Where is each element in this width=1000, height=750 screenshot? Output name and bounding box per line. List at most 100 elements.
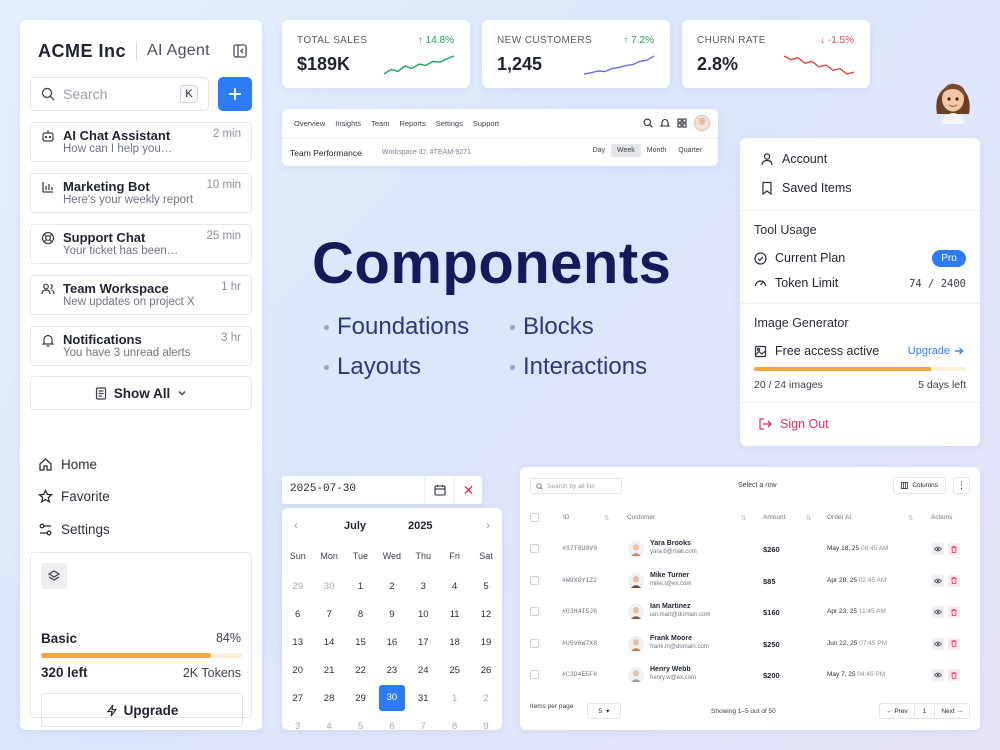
nav-item-favorite[interactable]: Favorite: [38, 486, 110, 506]
delete-button[interactable]: [948, 669, 960, 682]
calendar-day[interactable]: 29: [345, 693, 376, 704]
per-page-select[interactable]: 5 ▾: [587, 703, 621, 719]
period-week[interactable]: Week: [611, 144, 641, 157]
row-checkbox[interactable]: [530, 607, 539, 617]
delete-button[interactable]: [948, 543, 960, 555]
period-day[interactable]: Day: [587, 144, 611, 157]
clear-date-button[interactable]: ✕: [454, 476, 482, 504]
search-icon[interactable]: [643, 118, 653, 128]
chat-item-ai-assistant[interactable]: AI Chat Assistant How can I help you… 2 …: [30, 122, 252, 162]
sort-icon[interactable]: ⇅: [741, 514, 746, 522]
calendar-day[interactable]: 9: [376, 609, 407, 620]
search-box[interactable]: K: [30, 77, 209, 111]
calendar-button[interactable]: [424, 476, 454, 504]
chat-item-notifications[interactable]: Notifications You have 3 unread alerts 3…: [30, 326, 252, 366]
calendar-day[interactable]: 6: [282, 609, 313, 620]
search-input[interactable]: [63, 86, 163, 102]
tab-overview[interactable]: Overview: [294, 119, 325, 128]
calendar-day[interactable]: 31: [408, 693, 439, 704]
tab-reports[interactable]: Reports: [399, 119, 425, 128]
calendar-day[interactable]: 2: [470, 693, 501, 704]
period-month[interactable]: Month: [641, 144, 672, 157]
calendar-day[interactable]: 29: [282, 581, 313, 592]
calendar-day[interactable]: 7: [408, 721, 439, 732]
chevron-right-icon[interactable]: ›: [486, 518, 490, 532]
view-button[interactable]: [932, 637, 944, 650]
row-checkbox[interactable]: [530, 638, 539, 648]
calendar-day[interactable]: 7: [313, 609, 344, 620]
chat-item-support-chat[interactable]: Support Chat Your ticket has been… 25 mi…: [30, 224, 252, 264]
show-all-button[interactable]: Show All: [30, 376, 252, 410]
user-avatar[interactable]: [925, 70, 981, 126]
calendar-day[interactable]: 12: [470, 609, 501, 620]
chevron-left-icon[interactable]: ‹: [294, 518, 298, 532]
calendar-day[interactable]: 17: [408, 637, 439, 648]
chat-item-team-workspace[interactable]: Team Workspace New updates on project X …: [30, 275, 252, 315]
calendar-day[interactable]: 10: [408, 609, 439, 620]
calendar-day[interactable]: 14: [313, 637, 344, 648]
tab-insights[interactable]: Insights: [335, 119, 361, 128]
table-search-input[interactable]: [547, 482, 617, 490]
next-page-button[interactable]: Next →: [934, 703, 970, 719]
calendar-day[interactable]: 2: [376, 581, 407, 592]
page-number[interactable]: 1: [914, 703, 935, 719]
view-button[interactable]: [932, 669, 944, 682]
columns-button[interactable]: Columns: [893, 477, 946, 494]
tab-support[interactable]: Support: [473, 119, 499, 128]
calendar-day[interactable]: 23: [376, 665, 407, 676]
view-button[interactable]: [932, 543, 944, 555]
period-quarter[interactable]: Quarter: [672, 144, 708, 157]
calendar-day[interactable]: 27: [282, 693, 313, 704]
calendar-day[interactable]: 11: [439, 609, 470, 620]
bell-icon[interactable]: [660, 118, 670, 128]
calendar-day[interactable]: 26: [470, 665, 501, 676]
calendar-day[interactable]: 28: [313, 693, 344, 704]
delete-button[interactable]: [948, 637, 960, 650]
grid-icon[interactable]: [677, 118, 687, 128]
tab-settings[interactable]: Settings: [436, 119, 463, 128]
row-checkbox[interactable]: [530, 670, 539, 680]
delete-button[interactable]: [948, 574, 960, 587]
sidebar-collapse-icon[interactable]: [232, 43, 248, 59]
table-row[interactable]: #W9X0Y1Z2 Mike Turner mike.t@ex.com $85 Apr …: [520, 565, 980, 597]
column-header-amount[interactable]: Amount: [763, 514, 785, 521]
calendar-day[interactable]: 5: [345, 721, 376, 732]
upgrade-button[interactable]: Upgrade: [41, 693, 243, 727]
calendar-day[interactable]: 3: [282, 721, 313, 732]
column-header-order-at[interactable]: Order At: [827, 514, 851, 521]
calendar-day[interactable]: 19: [470, 637, 501, 648]
delete-button[interactable]: [948, 606, 960, 619]
calendar-year[interactable]: 2025: [408, 520, 432, 532]
sort-icon[interactable]: ⇅: [806, 514, 811, 522]
calendar-day[interactable]: 25: [439, 665, 470, 676]
date-field[interactable]: [290, 483, 410, 495]
nav-item-home[interactable]: Home: [38, 454, 97, 474]
view-button[interactable]: [932, 606, 944, 619]
sign-out-button[interactable]: Sign Out: [758, 417, 829, 431]
calendar-day[interactable]: 1: [439, 693, 470, 704]
calendar-day[interactable]: 16: [376, 637, 407, 648]
calendar-day[interactable]: 3: [408, 581, 439, 592]
prev-page-button[interactable]: ← Prev: [879, 703, 915, 719]
more-options-button[interactable]: ⋮: [953, 477, 970, 494]
avatar[interactable]: [694, 115, 710, 131]
row-checkbox[interactable]: [530, 575, 539, 585]
calendar-day[interactable]: 22: [345, 665, 376, 676]
table-row[interactable]: #S7T8U9V0 Yara Brooks yara.b@mail.com $260 M…: [520, 533, 980, 565]
select-all-checkbox[interactable]: [530, 513, 539, 522]
calendar-day[interactable]: 8: [345, 609, 376, 620]
calendar-day[interactable]: 1: [345, 581, 376, 592]
menu-item-account[interactable]: Account: [760, 152, 827, 166]
sort-icon[interactable]: ⇅: [604, 514, 609, 522]
calendar-day[interactable]: 9: [470, 721, 501, 732]
calendar-day[interactable]: 4: [313, 721, 344, 732]
calendar-day[interactable]: 13: [282, 637, 313, 648]
calendar-day[interactable]: 18: [439, 637, 470, 648]
calendar-month[interactable]: July: [344, 520, 366, 532]
sort-icon[interactable]: ⇅: [908, 514, 913, 522]
nav-item-settings[interactable]: Settings: [38, 519, 110, 539]
calendar-day[interactable]: 6: [376, 721, 407, 732]
new-chat-button[interactable]: [218, 77, 252, 111]
calendar-day[interactable]: 5: [470, 581, 501, 592]
view-button[interactable]: [932, 574, 944, 587]
